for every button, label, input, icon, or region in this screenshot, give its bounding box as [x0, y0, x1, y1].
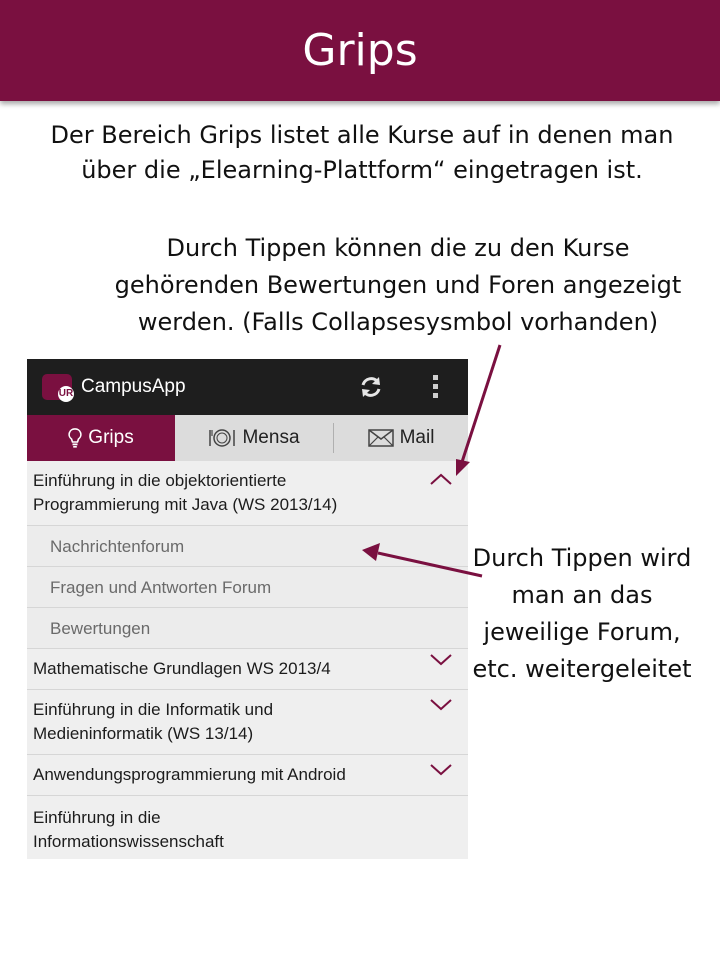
arrow-to-chevron	[460, 344, 502, 463]
arrow-to-chevron-head	[456, 459, 470, 476]
arrow-to-forum	[377, 551, 483, 578]
arrow-to-forum-head	[362, 543, 380, 561]
annotation-arrows	[362, 344, 502, 578]
